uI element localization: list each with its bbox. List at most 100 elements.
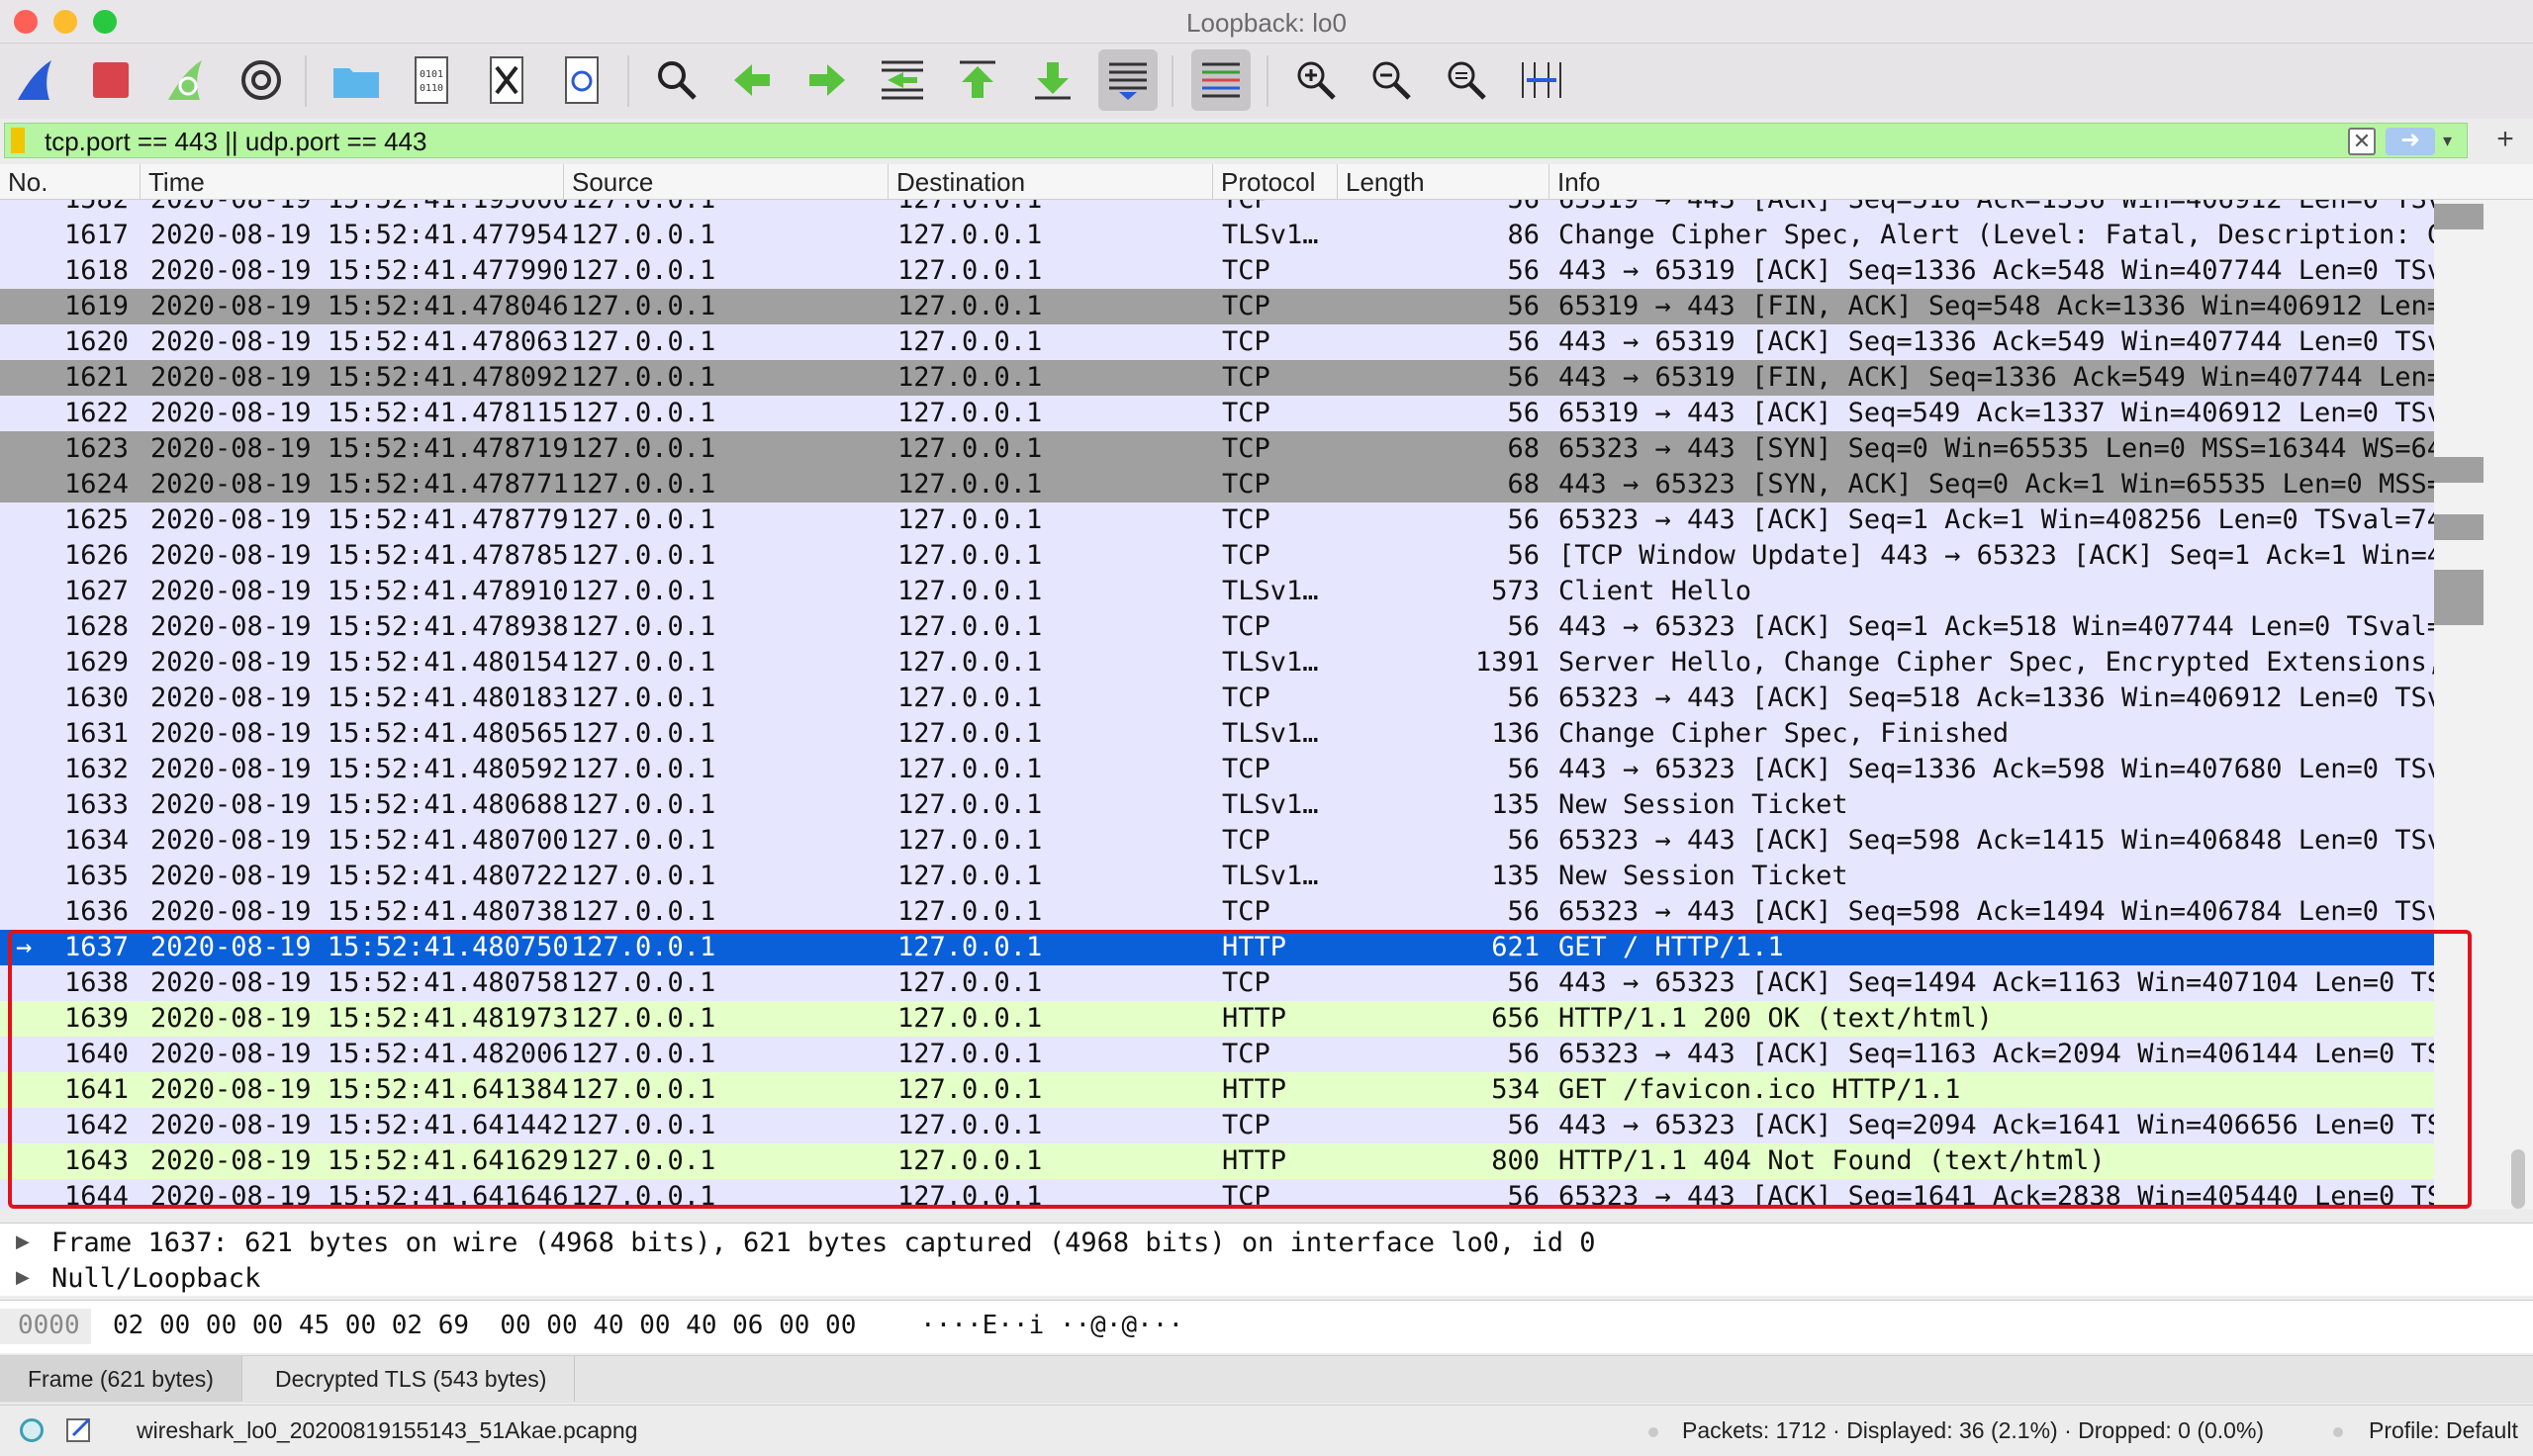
apply-filter-button[interactable]: ➜ <box>2386 128 2435 155</box>
packet-row[interactable]: 1633 2020-08-19 15:52:41.480688 127.0.0.1 1… <box>0 787 2434 823</box>
packet-length: 56 <box>1507 825 1540 856</box>
auto-scroll-button[interactable] <box>1098 49 1158 111</box>
packet-row[interactable]: 1626 2020-08-19 15:52:41.478785 127.0.0.1 1… <box>0 538 2434 574</box>
clear-filter-icon[interactable]: ✕ <box>2348 128 2376 155</box>
packet-length: 1391 <box>1474 647 1540 678</box>
stop-square-icon <box>93 62 129 98</box>
packet-protocol: TCP <box>1222 255 1270 286</box>
packet-protocol: TCP <box>1222 682 1270 713</box>
packet-row[interactable]: 1636 2020-08-19 15:52:41.480738 127.0.0.1 1… <box>0 894 2434 930</box>
detail-frame-line[interactable]: Frame 1637: 621 bytes on wire (4968 bits… <box>51 1228 1596 1258</box>
packet-length: 56 <box>1507 682 1540 713</box>
packet-row[interactable]: 1619 2020-08-19 15:52:41.478046 127.0.0.1 1… <box>0 289 2434 324</box>
bookmark-icon[interactable] <box>11 128 25 153</box>
packet-destination: 127.0.0.1 <box>897 255 1043 286</box>
expand-frame-chevron-icon[interactable]: ▶ <box>16 1231 30 1252</box>
packet-row[interactable]: 1630 2020-08-19 15:52:41.480183 127.0.0.1 1… <box>0 681 2434 716</box>
first-packet-button[interactable] <box>948 49 1007 111</box>
packet-source: 127.0.0.1 <box>571 362 716 393</box>
packet-source: 127.0.0.1 <box>571 504 716 535</box>
normal-size-button[interactable] <box>1437 49 1496 111</box>
folder-icon <box>333 68 379 98</box>
go-forward-button[interactable] <box>797 49 857 111</box>
start-capture-button[interactable] <box>6 49 65 111</box>
open-file-button[interactable] <box>327 49 386 111</box>
add-filter-button-plus-icon[interactable]: + <box>2487 122 2523 157</box>
expert-info-icon[interactable] <box>20 1418 44 1442</box>
packet-time: 2020-08-19 15:52:41.478771 <box>150 469 569 500</box>
packet-number: 1630 <box>63 682 129 713</box>
arrow-up-icon <box>960 60 995 98</box>
go-back-button[interactable] <box>722 49 782 111</box>
bytes-hex[interactable]: 02 00 00 00 45 00 02 69 00 00 40 00 40 0… <box>113 1311 856 1340</box>
packet-time: 2020-08-19 15:52:41.480183 <box>150 682 569 713</box>
packet-row[interactable]: 1620 2020-08-19 15:52:41.478063 127.0.0.1 1… <box>0 324 2434 360</box>
packet-bytes-pane[interactable]: 0000 02 00 00 00 45 00 02 69 00 00 40 00… <box>0 1300 2533 1353</box>
packet-protocol: TLSv1… <box>1222 789 1319 820</box>
packet-row[interactable]: 15822020-08-19 15:52:41.195000127.0.0.11… <box>0 200 2434 218</box>
packet-row[interactable]: 1627 2020-08-19 15:52:41.478910 127.0.0.1 1… <box>0 574 2434 609</box>
colorize-button[interactable] <box>1191 49 1251 111</box>
packet-number: 1620 <box>63 326 129 357</box>
column-header-protocol[interactable]: Protocol <box>1213 164 1338 200</box>
bytes-ascii[interactable]: ····E··i ··@·@··· <box>920 1311 1183 1340</box>
column-header-destination[interactable]: Destination <box>889 164 1213 200</box>
packet-number: 1627 <box>63 576 129 606</box>
stop-capture-button[interactable] <box>81 49 141 111</box>
packet-row[interactable]: 1631 2020-08-19 15:52:41.480565 127.0.0.1 1… <box>0 716 2434 752</box>
packet-number: 1631 <box>63 718 129 749</box>
zoom-in-button[interactable] <box>1286 49 1346 111</box>
tab-decrypted-tls[interactable]: Decrypted TLS (543 bytes) <box>247 1356 576 1402</box>
packet-protocol: TCP <box>1222 504 1270 535</box>
tab-frame[interactable]: Frame (621 bytes) <box>0 1356 242 1402</box>
packet-row[interactable]: 1618 2020-08-19 15:52:41.477990 127.0.0.1 1… <box>0 253 2434 289</box>
packet-length: 56 <box>1507 504 1540 535</box>
close-file-button[interactable] <box>477 49 536 111</box>
packet-row[interactable]: 1621 2020-08-19 15:52:41.478092 127.0.0.1 1… <box>0 360 2434 396</box>
packet-row[interactable]: 1628 2020-08-19 15:52:41.478938 127.0.0.1 1… <box>0 609 2434 645</box>
packet-destination: 127.0.0.1 <box>897 220 1043 250</box>
restart-capture-button[interactable] <box>156 49 216 111</box>
display-filter-input[interactable]: tcp.port == 443 || udp.port == 443 ✕ ➜ ▾ <box>4 123 2468 158</box>
packet-source: 127.0.0.1 <box>571 398 716 428</box>
capture-options-button[interactable] <box>232 49 291 111</box>
packet-source: 127.0.0.1 <box>571 220 716 250</box>
packet-destination: 127.0.0.1 <box>897 861 1043 891</box>
column-header-info[interactable]: Info <box>1549 164 2533 200</box>
column-header-no[interactable]: No. <box>0 164 141 200</box>
column-header-length[interactable]: Length <box>1338 164 1549 200</box>
packet-row[interactable]: 1635 2020-08-19 15:52:41.480722 127.0.0.1 1… <box>0 859 2434 894</box>
packet-row[interactable]: 1629 2020-08-19 15:52:41.480154 127.0.0.1 1… <box>0 645 2434 681</box>
go-to-packet-button[interactable] <box>873 49 932 111</box>
capture-comment-icon[interactable] <box>65 1415 95 1443</box>
packet-info: New Session Ticket <box>1558 861 1848 891</box>
packet-row[interactable]: 1634 2020-08-19 15:52:41.480700 127.0.0.1 1… <box>0 823 2434 859</box>
detail-null-line[interactable]: Null/Loopback <box>51 1263 260 1294</box>
scrollbar-thumb[interactable] <box>2511 1149 2525 1209</box>
packet-number: 1626 <box>63 540 129 571</box>
expand-null-chevron-icon[interactable]: ▶ <box>16 1267 30 1288</box>
packet-row[interactable]: 1623 2020-08-19 15:52:41.478719 127.0.0.1 1… <box>0 431 2434 467</box>
find-packet-button[interactable] <box>647 49 706 111</box>
save-file-button[interactable]: 0101 0110 <box>402 49 461 111</box>
packet-row[interactable]: 1622 2020-08-19 15:52:41.478115 127.0.0.1 1… <box>0 396 2434 431</box>
packet-row[interactable]: 1625 2020-08-19 15:52:41.478779 127.0.0.1 1… <box>0 502 2434 538</box>
reload-file-button[interactable] <box>552 49 611 111</box>
column-header-source[interactable]: Source <box>564 164 889 200</box>
packet-source: 127.0.0.1 <box>571 326 716 357</box>
packet-row[interactable]: 1624 2020-08-19 15:52:41.478771 127.0.0.1 1… <box>0 467 2434 502</box>
zoom-out-icon <box>1372 61 1411 100</box>
packet-length: 56 <box>1507 291 1540 321</box>
packet-row[interactable]: 1617 2020-08-19 15:52:41.477954 127.0.0.1 1… <box>0 218 2434 253</box>
filter-history-chevron-icon[interactable]: ▾ <box>2443 126 2465 155</box>
column-header-time[interactable]: Time <box>141 164 564 200</box>
packet-details-pane[interactable]: ▶ Frame 1637: 621 bytes on wire (4968 bi… <box>0 1223 2533 1296</box>
profile-status[interactable]: Profile: Default <box>2369 1417 2518 1444</box>
packet-destination: 127.0.0.1 <box>897 754 1043 784</box>
zoom-out-button[interactable] <box>1361 49 1421 111</box>
packet-row[interactable]: 1632 2020-08-19 15:52:41.480592 127.0.0.1 1… <box>0 752 2434 787</box>
last-packet-button[interactable] <box>1023 49 1082 111</box>
resize-columns-button[interactable] <box>1512 49 1571 111</box>
packet-time: 2020-08-19 15:52:41.478115 <box>150 398 569 428</box>
packet-info: Client Hello <box>1558 576 1752 606</box>
